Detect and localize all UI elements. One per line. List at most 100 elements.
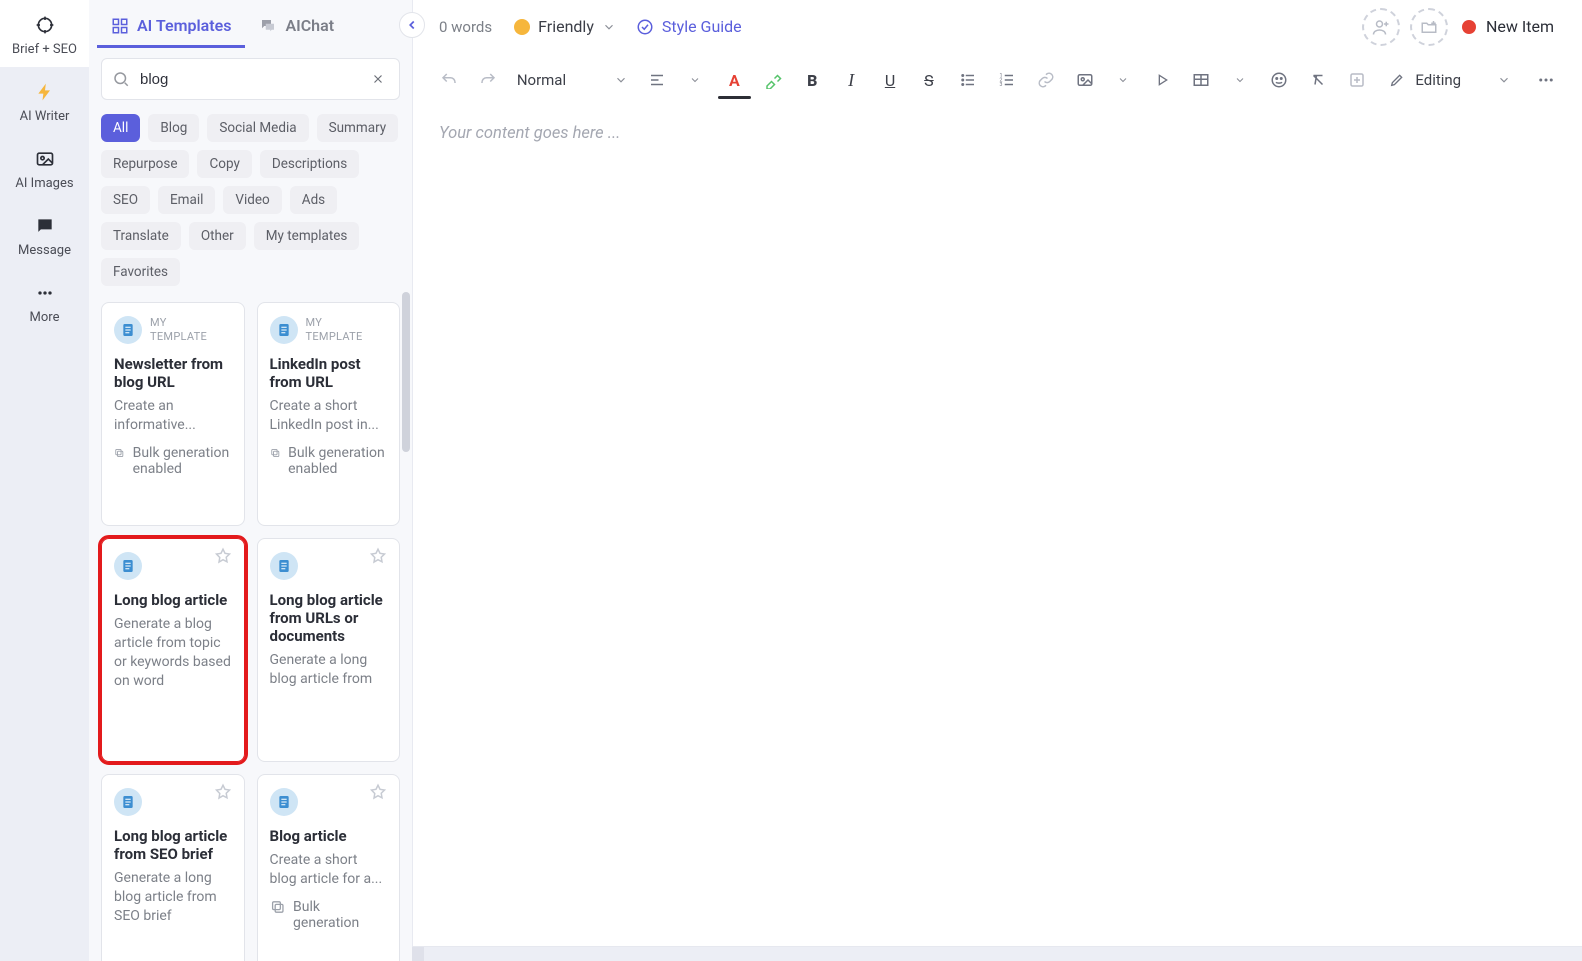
filter-chip-email[interactable]: Email <box>158 186 215 214</box>
rail-message[interactable]: Message <box>0 201 89 268</box>
document-icon <box>114 552 142 580</box>
align-dropdown[interactable] <box>683 67 708 93</box>
new-item-status[interactable]: New Item <box>1462 17 1554 36</box>
chevron-down-icon <box>602 20 616 34</box>
rail-ai-writer[interactable]: AI Writer <box>0 67 89 134</box>
rail-ai-images[interactable]: AI Images <box>0 134 89 201</box>
message-icon <box>34 215 56 237</box>
horizontal-scrollbar[interactable] <box>412 946 1582 961</box>
filter-chip-ads[interactable]: Ads <box>290 186 337 214</box>
table-dropdown[interactable] <box>1228 67 1253 93</box>
image-dropdown[interactable] <box>1111 67 1136 93</box>
strike-button[interactable]: S <box>916 67 941 93</box>
filter-chip-summary[interactable]: Summary <box>317 114 399 142</box>
left-rail: Brief + SEO AI Writer AI Images Message … <box>0 0 89 961</box>
underline-button[interactable]: U <box>878 67 903 93</box>
video-button[interactable] <box>1150 67 1175 93</box>
insert-block-button[interactable] <box>1344 67 1369 93</box>
editor-toolbar: Normal A B I U S 123 <box>413 56 1582 105</box>
add-user-button[interactable] <box>1362 8 1400 46</box>
filter-chip-all[interactable]: All <box>101 114 140 142</box>
highlight-button[interactable] <box>761 67 786 93</box>
image-button[interactable] <box>1072 67 1097 93</box>
filter-chip-repurpose[interactable]: Repurpose <box>101 150 189 178</box>
search-input[interactable] <box>138 70 367 89</box>
paragraph-style-select[interactable]: Normal <box>515 71 630 89</box>
chat-icon <box>259 17 277 35</box>
redo-button[interactable] <box>476 67 501 93</box>
card-description: Create a short LinkedIn post in... <box>270 397 388 435</box>
text-color-button[interactable]: A <box>722 67 747 93</box>
search-field[interactable] <box>101 58 400 100</box>
rail-more[interactable]: More <box>0 268 89 335</box>
rail-brief-seo[interactable]: Brief + SEO <box>0 0 89 67</box>
templates-icon <box>111 17 129 35</box>
add-folder-button[interactable] <box>1410 8 1448 46</box>
paragraph-style-label: Normal <box>517 71 566 89</box>
clear-search-button[interactable] <box>367 68 389 90</box>
italic-button[interactable]: I <box>839 67 864 93</box>
filter-chip-social-media[interactable]: Social Media <box>207 114 308 142</box>
filter-chip-descriptions[interactable]: Descriptions <box>260 150 359 178</box>
link-button[interactable] <box>1033 67 1058 93</box>
filter-chip-video[interactable]: Video <box>223 186 281 214</box>
template-card[interactable]: Blog articleCreate a short blog article … <box>257 774 401 961</box>
emoji-button[interactable] <box>1267 67 1292 93</box>
svg-text:3: 3 <box>999 82 1002 88</box>
filter-chip-my-templates[interactable]: My templates <box>254 222 360 250</box>
favorite-star-button[interactable] <box>214 783 234 803</box>
favorite-star-button[interactable] <box>369 547 389 567</box>
bulk-generation-note: Bulk generation <box>270 899 388 931</box>
undo-button[interactable] <box>437 67 462 93</box>
bolt-icon <box>34 81 56 103</box>
editor-content[interactable]: Your content goes here ... <box>413 105 1582 961</box>
card-description: Generate a long blog article from <box>270 651 388 689</box>
favorite-star-button[interactable] <box>214 547 234 567</box>
card-title: Newsletter from blog URL <box>114 355 232 391</box>
tab-ai-templates[interactable]: AI Templates <box>97 4 245 48</box>
filter-chip-translate[interactable]: Translate <box>101 222 181 250</box>
toolbar-more-button[interactable] <box>1533 67 1558 93</box>
bullet-list-button[interactable] <box>955 67 980 93</box>
template-card[interactable]: MYTEMPLATELinkedIn post from URLCreate a… <box>257 302 401 526</box>
cards-grid[interactable]: MYTEMPLATE Newsletter from blog URL Create… <box>89 292 412 961</box>
numbered-list-button[interactable]: 123 <box>994 67 1019 93</box>
filter-chip-blog[interactable]: Blog <box>148 114 199 142</box>
template-card[interactable]: Long blog articleGenerate a blog article… <box>101 538 245 762</box>
tab-aichat[interactable]: AIChat <box>245 4 348 48</box>
card-tag: MYTEMPLATE <box>306 316 363 344</box>
filter-chip-copy[interactable]: Copy <box>197 150 251 178</box>
tone-selector[interactable]: Friendly <box>514 17 616 36</box>
new-item-label: New Item <box>1486 17 1554 36</box>
rail-label: AI Writer <box>20 109 70 124</box>
document-icon <box>114 316 142 344</box>
editing-mode-select[interactable]: Editing <box>1389 71 1511 89</box>
favorite-star-button[interactable] <box>369 783 389 803</box>
template-card[interactable]: Long blog article from SEO briefGenerate… <box>101 774 245 961</box>
scroll-left-cap[interactable] <box>412 947 424 961</box>
filter-chips: All Blog Social Media Summary Repurpose Copy D… <box>89 106 412 292</box>
table-button[interactable] <box>1189 67 1214 93</box>
collapse-panel-button[interactable] <box>399 12 425 38</box>
rail-label: Brief + SEO <box>12 42 77 57</box>
card-title: Long blog article from URLs or documents <box>270 591 388 645</box>
template-card[interactable]: Long blog article from URLs or documents… <box>257 538 401 762</box>
bold-button[interactable]: B <box>800 67 825 93</box>
filter-chip-seo[interactable]: SEO <box>101 186 150 214</box>
style-guide-label: Style Guide <box>662 17 742 36</box>
rail-label: AI Images <box>15 176 73 191</box>
panel-tabs: AI Templates AIChat <box>89 0 412 48</box>
clear-format-button[interactable] <box>1306 67 1331 93</box>
align-button[interactable] <box>644 67 669 93</box>
filter-chip-other[interactable]: Other <box>189 222 246 250</box>
scrollbar-thumb[interactable] <box>402 292 410 452</box>
pencil-icon <box>1389 72 1405 88</box>
document-icon <box>270 552 298 580</box>
template-card[interactable]: MYTEMPLATENewsletter from blog URLCreate… <box>101 302 245 526</box>
filter-chip-favorites[interactable]: Favorites <box>101 258 180 286</box>
style-guide-link[interactable]: Style Guide <box>636 17 742 36</box>
card-description: Generate a long blog article from SEO br… <box>114 869 232 926</box>
image-icon <box>34 148 56 170</box>
card-title: Blog article <box>270 827 388 845</box>
document-icon <box>114 788 142 816</box>
